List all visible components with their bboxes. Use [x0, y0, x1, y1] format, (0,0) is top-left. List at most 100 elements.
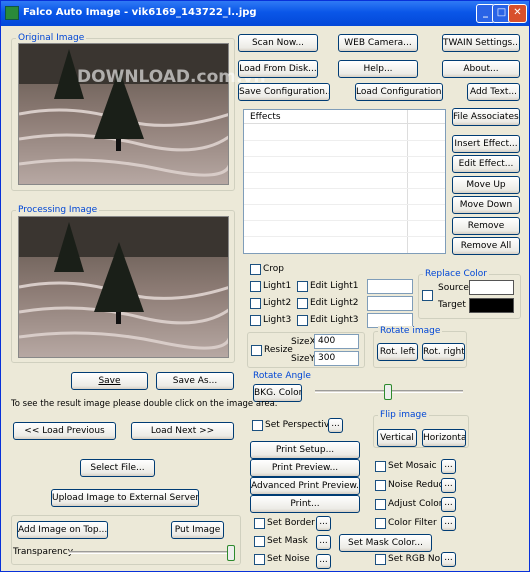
- close-icon[interactable]: ✕: [508, 4, 527, 23]
- transparency-thumb[interactable]: [227, 545, 235, 561]
- noise-dots-button[interactable]: ...: [316, 554, 331, 569]
- perspective-checkbox[interactable]: [252, 420, 263, 431]
- load-previous-button[interactable]: << Load Previous: [13, 422, 116, 440]
- mask-checkbox[interactable]: [254, 536, 265, 547]
- rotate-left-button[interactable]: Rot. left: [377, 343, 418, 361]
- adjust-color-checkbox[interactable]: [375, 499, 386, 510]
- effects-grid-line: [244, 236, 445, 237]
- processing-image[interactable]: [18, 216, 229, 358]
- edit-light3-checkbox[interactable]: [297, 315, 308, 326]
- crop-checkbox[interactable]: [250, 264, 261, 275]
- light1-label: Light1: [263, 281, 292, 291]
- transparency-slider[interactable]: [69, 551, 231, 554]
- hint-text: To see the result image please double cl…: [11, 399, 278, 409]
- replace-color-checkbox[interactable]: [422, 290, 433, 301]
- load-configuration-button[interactable]: Load Configuration...: [355, 83, 443, 101]
- effects-grid-line: [244, 188, 445, 189]
- source-color-swatch[interactable]: [469, 280, 514, 295]
- border-label: Set Border: [267, 518, 315, 528]
- edit-light2-checkbox[interactable]: [297, 298, 308, 309]
- sizex-input[interactable]: 400: [314, 334, 359, 349]
- load-next-button[interactable]: Load Next >>: [131, 422, 234, 440]
- rgb-noise-dots-button[interactable]: ...: [441, 552, 456, 567]
- scan-now-button[interactable]: Scan Now...: [238, 34, 318, 52]
- select-file-button[interactable]: Select File...: [80, 459, 155, 477]
- sizey-input[interactable]: 300: [314, 351, 359, 366]
- print-setup-button[interactable]: Print Setup...: [250, 441, 360, 459]
- twain-settings-button[interactable]: TWAIN Settings...: [442, 34, 520, 52]
- remove-button[interactable]: Remove: [452, 217, 520, 235]
- insert-effect-button[interactable]: Insert Effect...: [452, 135, 520, 153]
- rotate-right-button[interactable]: Rot. right: [422, 343, 465, 361]
- add-image-on-top-button[interactable]: Add Image on Top...: [17, 521, 108, 539]
- edit-light2-label: Edit Light2: [310, 298, 359, 308]
- mosaic-checkbox[interactable]: [375, 461, 386, 472]
- resize-checkbox[interactable]: [251, 345, 262, 356]
- web-camera-button[interactable]: WEB Camera...: [338, 34, 418, 52]
- print-button[interactable]: Print...: [250, 495, 360, 513]
- edit-light1-label: Edit Light1: [310, 281, 359, 291]
- save-button[interactable]: Save: [71, 372, 148, 390]
- effects-grid-line: [244, 140, 445, 141]
- adjust-color-dots-button[interactable]: ...: [441, 497, 456, 512]
- processing-image-label: Processing Image: [16, 205, 100, 215]
- rotate-image-title: Rotate image: [378, 326, 443, 336]
- mask-label: Set Mask: [267, 536, 308, 546]
- remove-all-button[interactable]: Remove All: [452, 237, 520, 255]
- load-from-disk-button[interactable]: Load From Disk...: [238, 60, 318, 78]
- advanced-print-preview-button[interactable]: Advanced Print Preview...: [250, 477, 360, 495]
- mosaic-dots-button[interactable]: ...: [441, 459, 456, 474]
- effects-list[interactable]: Effects: [243, 109, 446, 254]
- color-filter-dots-button[interactable]: ...: [441, 516, 456, 531]
- light2-checkbox[interactable]: [250, 298, 261, 309]
- sizey-label: SizeY: [291, 354, 315, 364]
- effects-header: Effects: [250, 112, 281, 122]
- transparency-label: Transparency: [13, 547, 74, 557]
- file-associates-button[interactable]: File Associates...: [452, 108, 520, 126]
- source-label: Source: [438, 283, 469, 293]
- perspective-dots-button[interactable]: ...: [328, 418, 343, 433]
- color-filter-checkbox[interactable]: [375, 518, 386, 529]
- perspective-label: Set Perspective: [265, 420, 335, 430]
- mask-dots-button[interactable]: ...: [316, 535, 331, 550]
- put-image-button[interactable]: Put Image: [171, 521, 224, 539]
- app-icon: [5, 6, 19, 20]
- move-up-button[interactable]: Move Up: [452, 176, 520, 194]
- border-dots-button[interactable]: ...: [316, 516, 331, 531]
- add-text-button[interactable]: Add Text...: [467, 83, 520, 101]
- move-down-button[interactable]: Move Down: [452, 196, 520, 214]
- effects-column-divider: [407, 110, 408, 253]
- save-configuration-button[interactable]: Save Configuration...: [238, 83, 330, 101]
- flip-image-title: Flip image: [378, 410, 429, 420]
- light3-checkbox[interactable]: [250, 315, 261, 326]
- rotate-angle-thumb[interactable]: [384, 384, 392, 400]
- set-mask-color-button[interactable]: Set Mask Color...: [339, 534, 432, 552]
- edit-light1-checkbox[interactable]: [297, 281, 308, 292]
- light1-field[interactable]: [367, 279, 413, 294]
- adjust-color-label: Adjust Color: [388, 499, 443, 509]
- title-bar: Falco Auto Image - vik6169_143722_l..jpg…: [1, 1, 529, 26]
- print-preview-button[interactable]: Print Preview...: [250, 459, 360, 477]
- noise-label: Set Noise: [267, 554, 310, 564]
- flip-horizontal-button[interactable]: Horizontal: [422, 429, 466, 447]
- border-checkbox[interactable]: [254, 518, 265, 529]
- noise-reduce-dots-button[interactable]: ...: [441, 478, 456, 493]
- light3-label: Light3: [263, 315, 292, 325]
- edit-effect-button[interactable]: Edit Effect...: [452, 155, 520, 173]
- flip-vertical-button[interactable]: Vertical: [377, 429, 417, 447]
- mosaic-label: Set Mosaic: [388, 461, 437, 471]
- light1-checkbox[interactable]: [250, 281, 261, 292]
- effects-grid-line: [244, 156, 445, 157]
- target-color-swatch[interactable]: [469, 298, 514, 313]
- light2-field[interactable]: [367, 296, 413, 311]
- upload-image-button[interactable]: Upload Image to External Server....: [51, 489, 199, 507]
- original-image[interactable]: [18, 43, 229, 185]
- save-as-button[interactable]: Save As...: [156, 372, 234, 390]
- crop-label: Crop: [263, 264, 285, 274]
- noise-reduce-checkbox[interactable]: [375, 480, 386, 491]
- edit-light3-label: Edit Light3: [310, 315, 359, 325]
- noise-checkbox[interactable]: [254, 554, 265, 565]
- about-button[interactable]: About...: [442, 60, 520, 78]
- help-button[interactable]: Help...: [338, 60, 418, 78]
- rgb-noise-checkbox[interactable]: [375, 554, 386, 565]
